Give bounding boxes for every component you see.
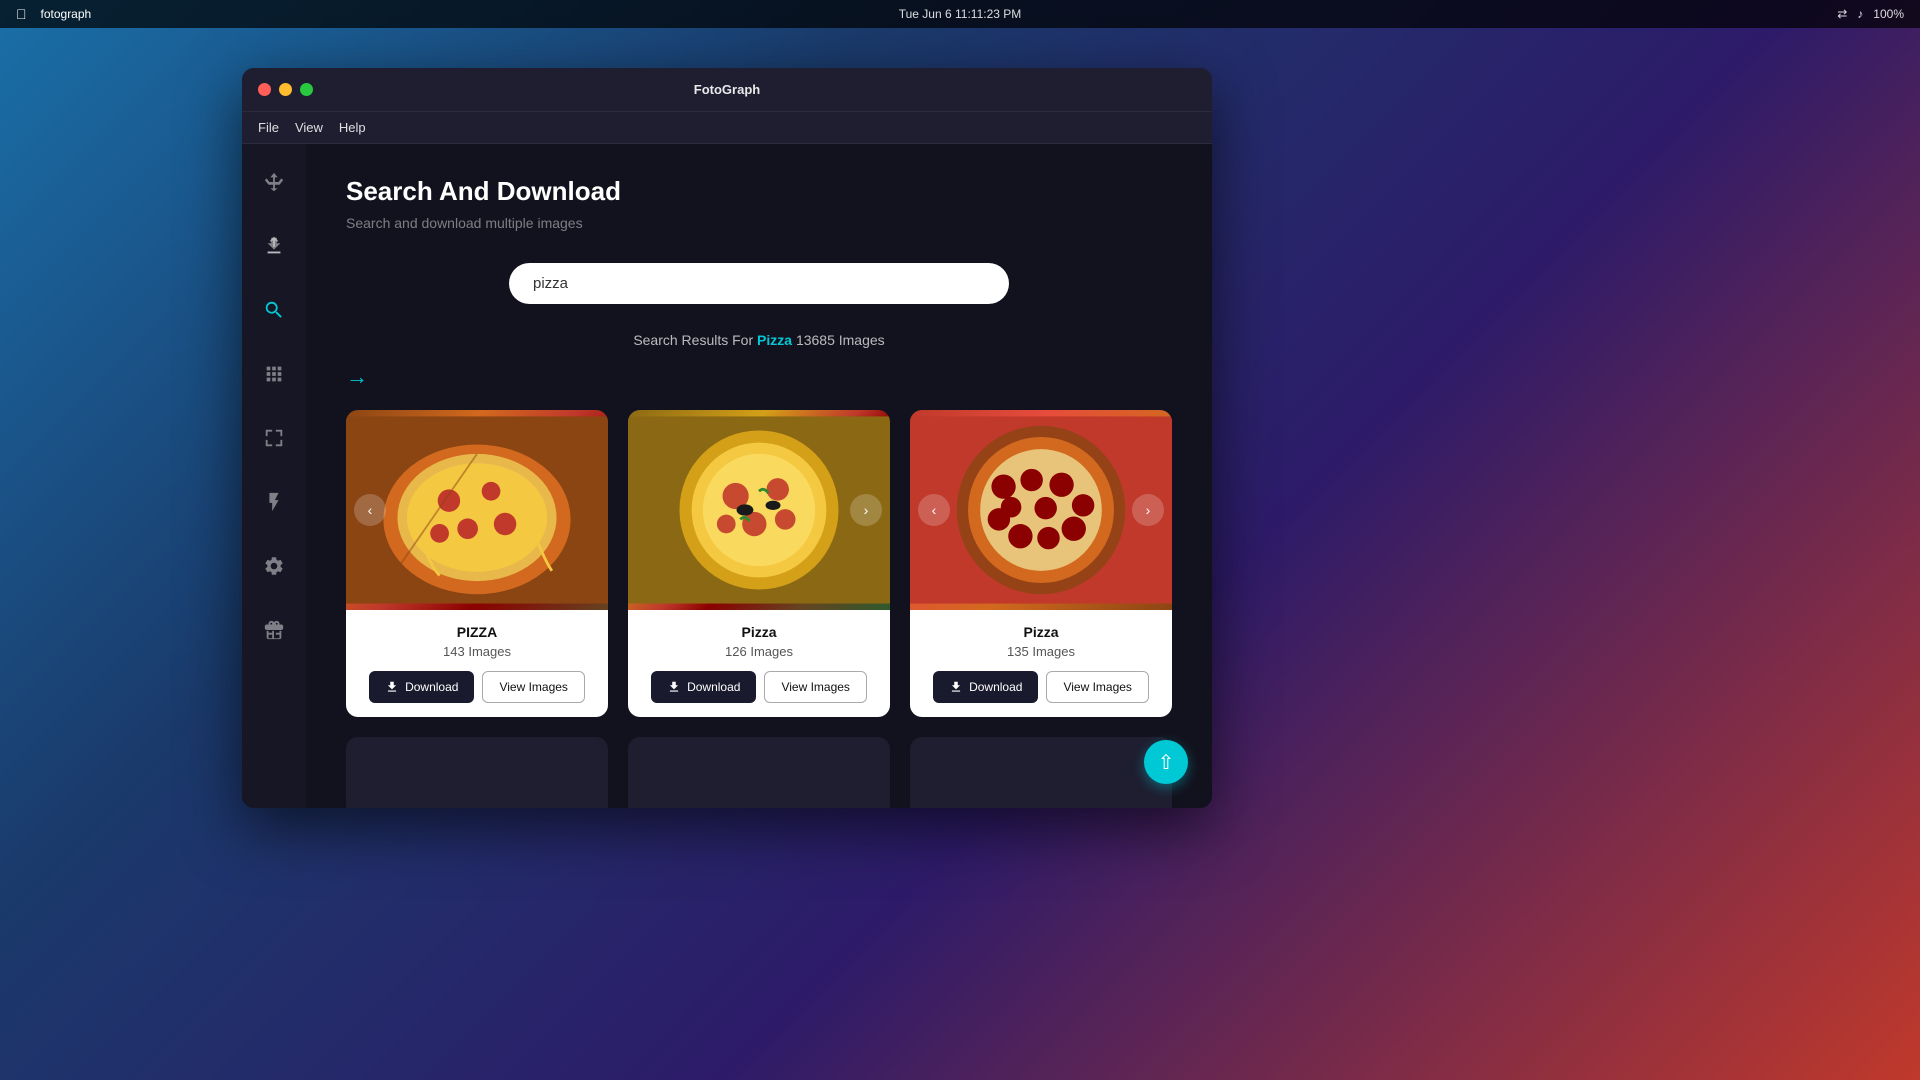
macos-left:  fotograph <box>16 6 91 22</box>
view-label-0: View Images <box>499 680 567 694</box>
app-menu-name: fotograph <box>41 7 92 21</box>
app-window: FotoGraph File View Help <box>242 68 1212 808</box>
minimize-button[interactable] <box>279 83 292 96</box>
view-label-2: View Images <box>1063 680 1131 694</box>
sidebar-item-upload[interactable] <box>256 228 292 264</box>
sidebar-item-compress[interactable] <box>256 356 292 392</box>
results-keyword: Pizza <box>757 332 796 348</box>
view-label-1: View Images <box>781 680 849 694</box>
image-card-2: ‹ › Pizza 135 Images Download View <box>910 410 1172 717</box>
content-area: Search And Download Search and download … <box>306 144 1212 808</box>
download-button-1[interactable]: Download <box>651 671 756 703</box>
download-button-0[interactable]: Download <box>369 671 474 703</box>
image-card-1: › Pizza 126 Images Download View Images <box>628 410 890 717</box>
menu-file[interactable]: File <box>258 120 279 135</box>
view-button-1[interactable]: View Images <box>764 671 866 703</box>
card-count-2: 135 Images <box>926 644 1156 659</box>
image-thumbnail-0: ‹ <box>346 410 608 610</box>
image-thumbnail-2: ‹ › <box>910 410 1172 610</box>
results-prefix: Search Results For <box>633 332 753 348</box>
download-label-2: Download <box>969 680 1022 694</box>
sidebar <box>242 144 306 808</box>
sidebar-item-gift[interactable] <box>256 612 292 648</box>
download-label-1: Download <box>687 680 740 694</box>
traffic-lights <box>258 83 313 96</box>
search-wrapper <box>509 263 1009 304</box>
view-button-2[interactable]: View Images <box>1046 671 1148 703</box>
image-grid: ‹ <box>346 410 1172 717</box>
macos-right: ⇄ ♪ 100% <box>1837 7 1904 21</box>
download-button-2[interactable]: Download <box>933 671 1038 703</box>
apple-logo:  <box>16 6 27 22</box>
sidebar-item-settings[interactable] <box>256 548 292 584</box>
search-results-label: Search Results For Pizza 13685 Images <box>346 332 1172 348</box>
card-title-2: Pizza <box>926 624 1156 640</box>
nav-arrow[interactable]: → <box>346 364 1172 390</box>
carousel-next-1[interactable]: › <box>850 494 882 526</box>
maximize-button[interactable] <box>300 83 313 96</box>
menu-bar: File View Help <box>242 112 1212 144</box>
wifi-icon: ⇄ <box>1837 7 1847 21</box>
sidebar-item-expand[interactable] <box>256 420 292 456</box>
page-title: Search And Download <box>346 176 1172 207</box>
search-input[interactable] <box>533 275 985 292</box>
bottom-card-2 <box>910 737 1172 808</box>
bottom-card-0 <box>346 737 608 808</box>
macos-clock: Tue Jun 6 11:11:23 PM <box>899 7 1022 21</box>
macos-topbar:  fotograph Tue Jun 6 11:11:23 PM ⇄ ♪ 10… <box>0 0 1920 28</box>
scroll-top-button[interactable]: ⇧ <box>1144 740 1188 784</box>
card-count-0: 143 Images <box>362 644 592 659</box>
image-thumbnail-1: › <box>628 410 890 610</box>
card-info-0: PIZZA 143 Images Download View Images <box>346 610 608 717</box>
title-bar: FotoGraph <box>242 68 1212 112</box>
card-title-0: PIZZA <box>362 624 592 640</box>
card-info-1: Pizza 126 Images Download View Images <box>628 610 890 717</box>
menu-view[interactable]: View <box>295 120 323 135</box>
carousel-prev-2[interactable]: ‹ <box>918 494 950 526</box>
menu-help[interactable]: Help <box>339 120 366 135</box>
image-card-0: ‹ <box>346 410 608 717</box>
view-button-0[interactable]: View Images <box>482 671 584 703</box>
image-grid-bottom <box>346 737 1172 808</box>
sidebar-item-lightning[interactable] <box>256 484 292 520</box>
main-layout: Search And Download Search and download … <box>242 144 1212 808</box>
card-actions-1: Download View Images <box>644 671 874 703</box>
download-label-0: Download <box>405 680 458 694</box>
card-actions-0: Download View Images <box>362 671 592 703</box>
card-info-2: Pizza 135 Images Download View Images <box>910 610 1172 717</box>
page-subtitle: Search and download multiple images <box>346 215 1172 231</box>
card-count-1: 126 Images <box>644 644 874 659</box>
battery-label: 100% <box>1873 7 1904 21</box>
sidebar-item-recycle[interactable] <box>256 164 292 200</box>
carousel-next-2[interactable]: › <box>1132 494 1164 526</box>
card-actions-2: Download View Images <box>926 671 1156 703</box>
volume-icon: ♪ <box>1857 7 1863 21</box>
card-title-1: Pizza <box>644 624 874 640</box>
carousel-prev-0[interactable]: ‹ <box>354 494 386 526</box>
bottom-card-1 <box>628 737 890 808</box>
search-container <box>346 263 1172 304</box>
results-count: 13685 Images <box>796 332 885 348</box>
window-title: FotoGraph <box>694 82 760 97</box>
sidebar-item-search[interactable] <box>256 292 292 328</box>
close-button[interactable] <box>258 83 271 96</box>
